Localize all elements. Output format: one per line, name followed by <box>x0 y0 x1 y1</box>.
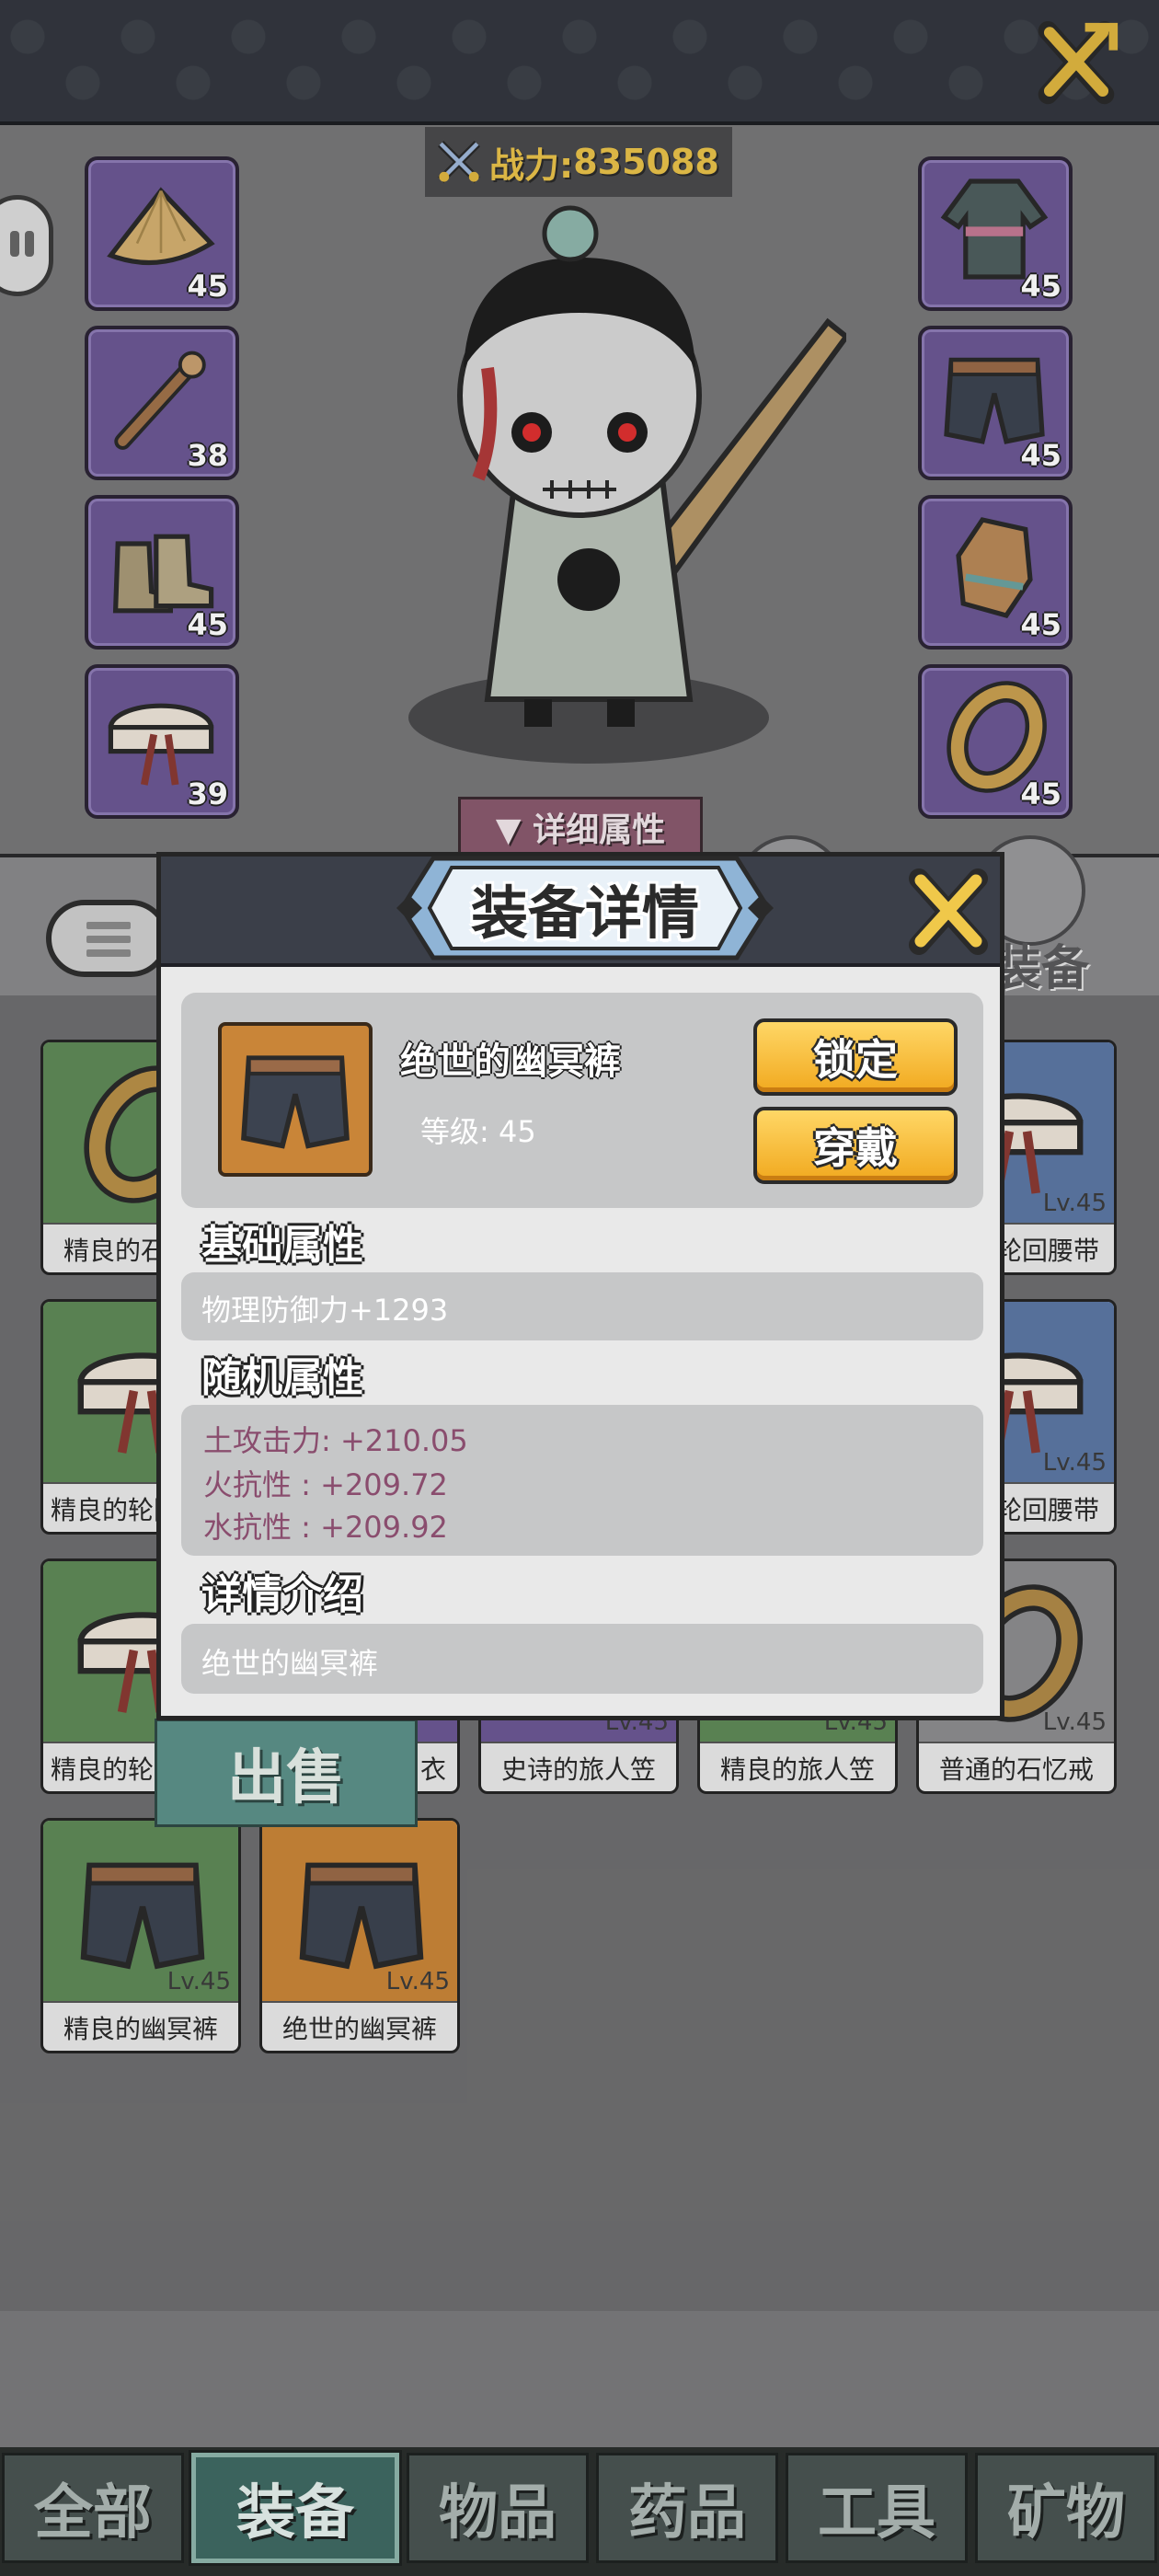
basic-attributes-box: 物理防御力+1293 <box>181 1272 983 1340</box>
intro-text: 绝世的幽冥裤 <box>201 1646 379 1681</box>
equipment-detail-modal: 装备详情 绝世的幽冥裤 等级: 45 锁定 穿戴 基础属性 物理防御力+1293… <box>156 852 1004 1720</box>
modal-title-banner: 装备详情 <box>393 849 777 967</box>
lock-button[interactable]: 锁定 <box>753 1018 958 1096</box>
item-level: 等级: 45 <box>420 1114 536 1149</box>
random-attributes-box: 土攻击力: +210.05 火抗性 : +209.72 水抗性 : +209.9… <box>181 1405 983 1556</box>
random-attribute: 火抗性 : +209.72 <box>203 1467 448 1502</box>
item-icon-frame <box>218 1022 373 1177</box>
random-attribute: 水抗性 : +209.92 <box>203 1510 448 1545</box>
item-summary-panel: 绝世的幽冥裤 等级: 45 锁定 穿戴 <box>181 993 983 1208</box>
item-name: 绝世的幽冥裤 <box>400 1041 621 1083</box>
intro-box: 绝世的幽冥裤 <box>181 1624 983 1694</box>
modal-title: 装备详情 <box>470 880 699 947</box>
random-attribute: 土攻击力: +210.05 <box>203 1423 468 1458</box>
basic-attribute: 物理防御力+1293 <box>201 1293 449 1328</box>
wear-button[interactable]: 穿戴 <box>753 1107 958 1184</box>
random-attributes-title: 随机属性 <box>201 1354 363 1401</box>
pants-icon <box>241 1055 350 1149</box>
basic-attributes-title: 基础属性 <box>201 1222 363 1269</box>
modal-close-icon[interactable] <box>902 866 994 958</box>
intro-title: 详情介绍 <box>201 1571 363 1618</box>
